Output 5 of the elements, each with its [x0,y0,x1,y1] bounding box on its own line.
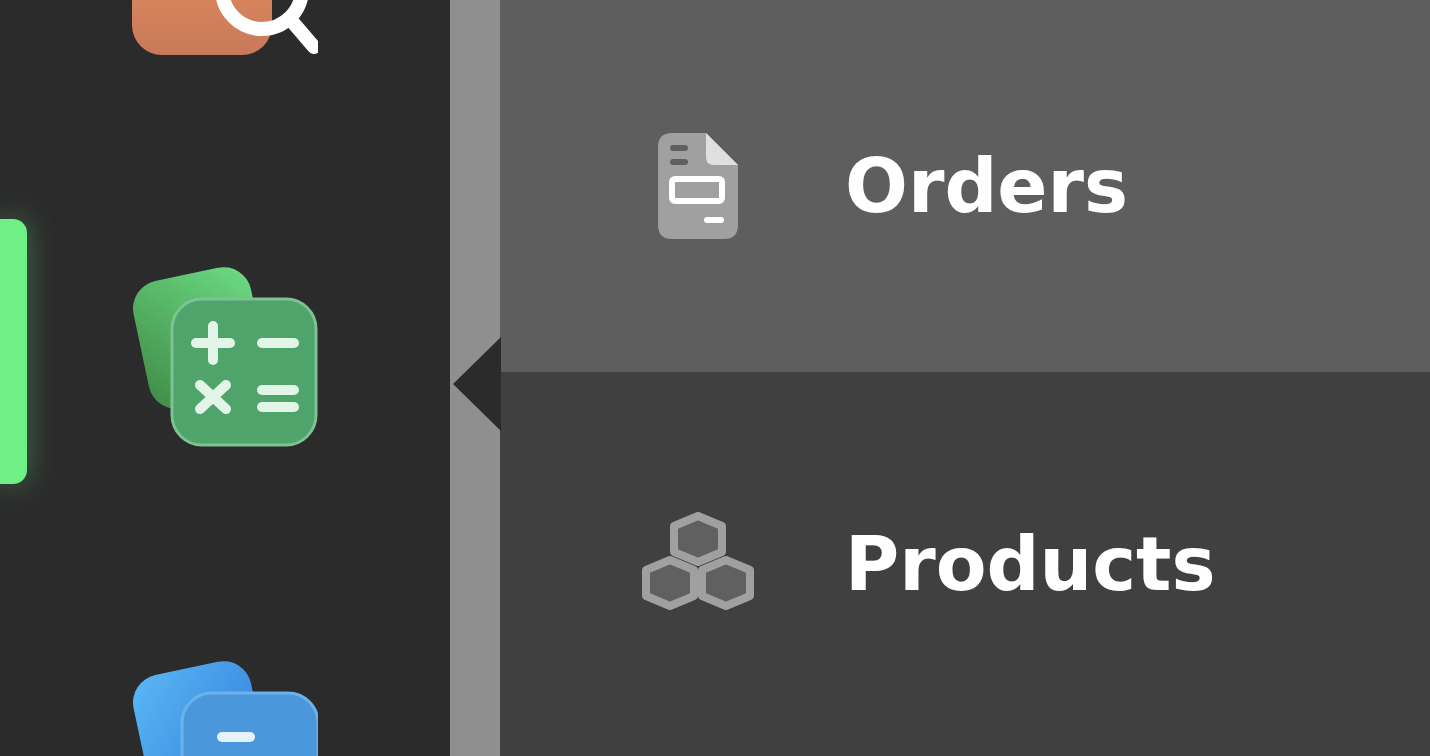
menu-item[interactable]: Products [500,372,1430,756]
receipt-icon [658,133,738,239]
caret-icon [453,337,501,431]
splitter-bar[interactable] [450,0,500,756]
menu-item[interactable]: Orders [500,0,1430,372]
